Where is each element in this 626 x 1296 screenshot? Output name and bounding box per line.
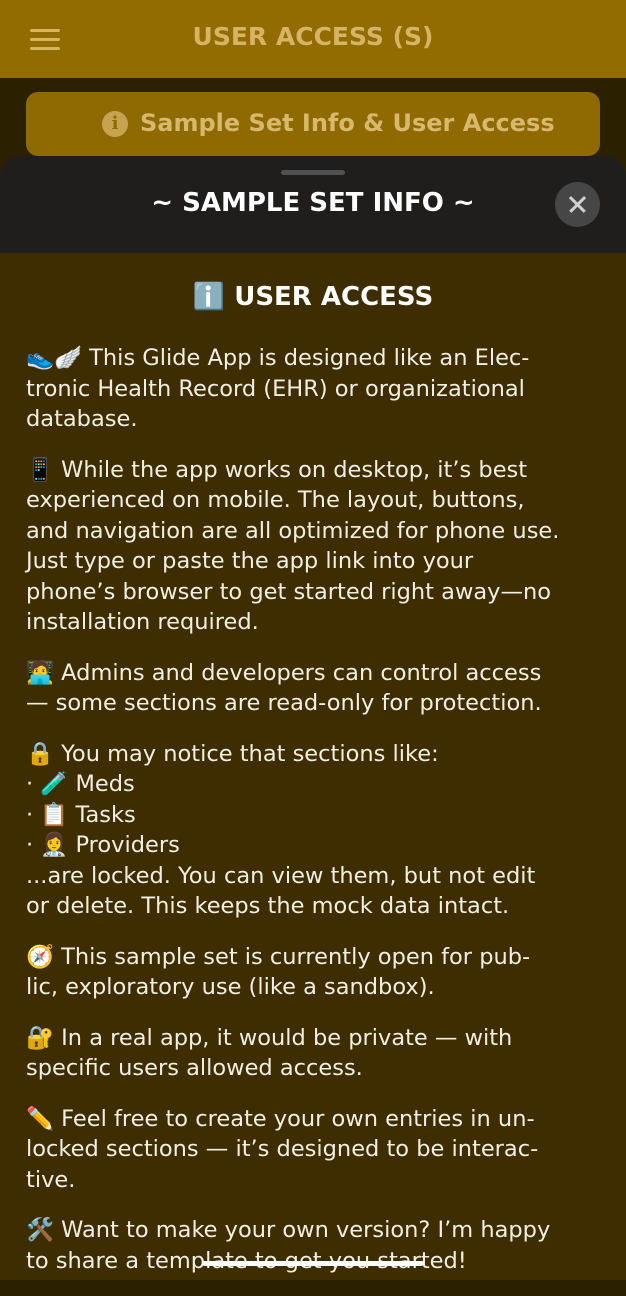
info-line: lic, exploratory use (like a sandbox). [26,974,435,1000]
info-line: 📱 While the app works on desktop, it’s b… [26,456,528,483]
info-line: 🛠️ Want to make your own version? I’m ha… [26,1217,551,1243]
info-line: 🔐 In a real app, it would be private — w… [26,1024,513,1051]
sample-set-info-label: Sample Set Info & User Access [140,109,555,137]
home-indicator [202,1261,424,1266]
section-heading: ℹ️ USER ACCESS [192,282,434,312]
info-paragraph: 🧑‍💻 Admins and developers can control ac… [26,658,600,719]
info-paragraph: 🔐 In a real app, it would be private — w… [26,1023,600,1084]
app-header: USER ACCESS (S) [0,0,626,78]
sheet-title: ~ SAMPLE SET INFO ~ [151,188,475,218]
info-line: Just type or paste the app link into you… [26,548,474,574]
info-paragraph: ✏️ Feel free to create your own entries … [26,1104,600,1196]
info-line: 👟🪽 This Glide App is designed like an El… [26,345,530,371]
sample-set-info-button[interactable]: i Sample Set Info & User Access [26,92,600,156]
info-line: and navigation are all optimized for pho… [26,517,560,544]
info-paragraph: 🔒 You may notice that sections like: · 🧪 … [26,739,600,922]
info-line: specific users allowed access. [26,1055,363,1081]
page-title: USER ACCESS (S) [192,22,434,51]
info-line: ✏️ Feel free to create your own entries … [26,1105,535,1132]
info-line: 🧭 This sample set is currently open for … [26,943,531,970]
info-line: locked sections — it’s designed to be in… [26,1136,539,1162]
info-line: · 👩‍⚕️ Providers [26,832,180,858]
info-line: phone’s browser to get started right awa… [26,578,551,605]
info-line: or delete. This keeps the mock data inta… [26,893,510,919]
info-line: tronic Health Record (EHR) or organizati… [26,375,525,402]
info-paragraph: 🧭 This sample set is currently open for … [26,942,600,1003]
info-paragraph: 👟🪽 This Glide App is designed like an El… [26,343,600,435]
info-line: tive. [26,1166,76,1193]
info-line: experienced on mobile. The layout, butto… [26,487,525,513]
info-line: · 🧪 Meds [26,771,135,797]
info-line: ...are locked. You can view them, but no… [26,862,536,889]
info-circle-icon: i [102,111,128,137]
info-line: 🔒 You may notice that sections like: [26,740,439,767]
info-line: installation required. [26,609,259,635]
info-line: 🧑‍💻 Admins and developers can control ac… [26,659,542,686]
sheet-grab-handle[interactable] [281,170,345,175]
sheet-body: 👟🪽 This Glide App is designed like an El… [26,343,600,1296]
info-paragraph: 🛠️ Want to make your own version? I’m ha… [26,1215,600,1276]
sheet-header: ~ SAMPLE SET INFO ~ [0,156,626,253]
close-icon[interactable] [555,182,600,227]
info-line: · 📋 Tasks [26,801,136,828]
info-line: database. [26,406,138,432]
info-line: — some sections are read-only for protec… [26,690,542,716]
info-paragraph: 📱 While the app works on desktop, it’s b… [26,455,600,638]
